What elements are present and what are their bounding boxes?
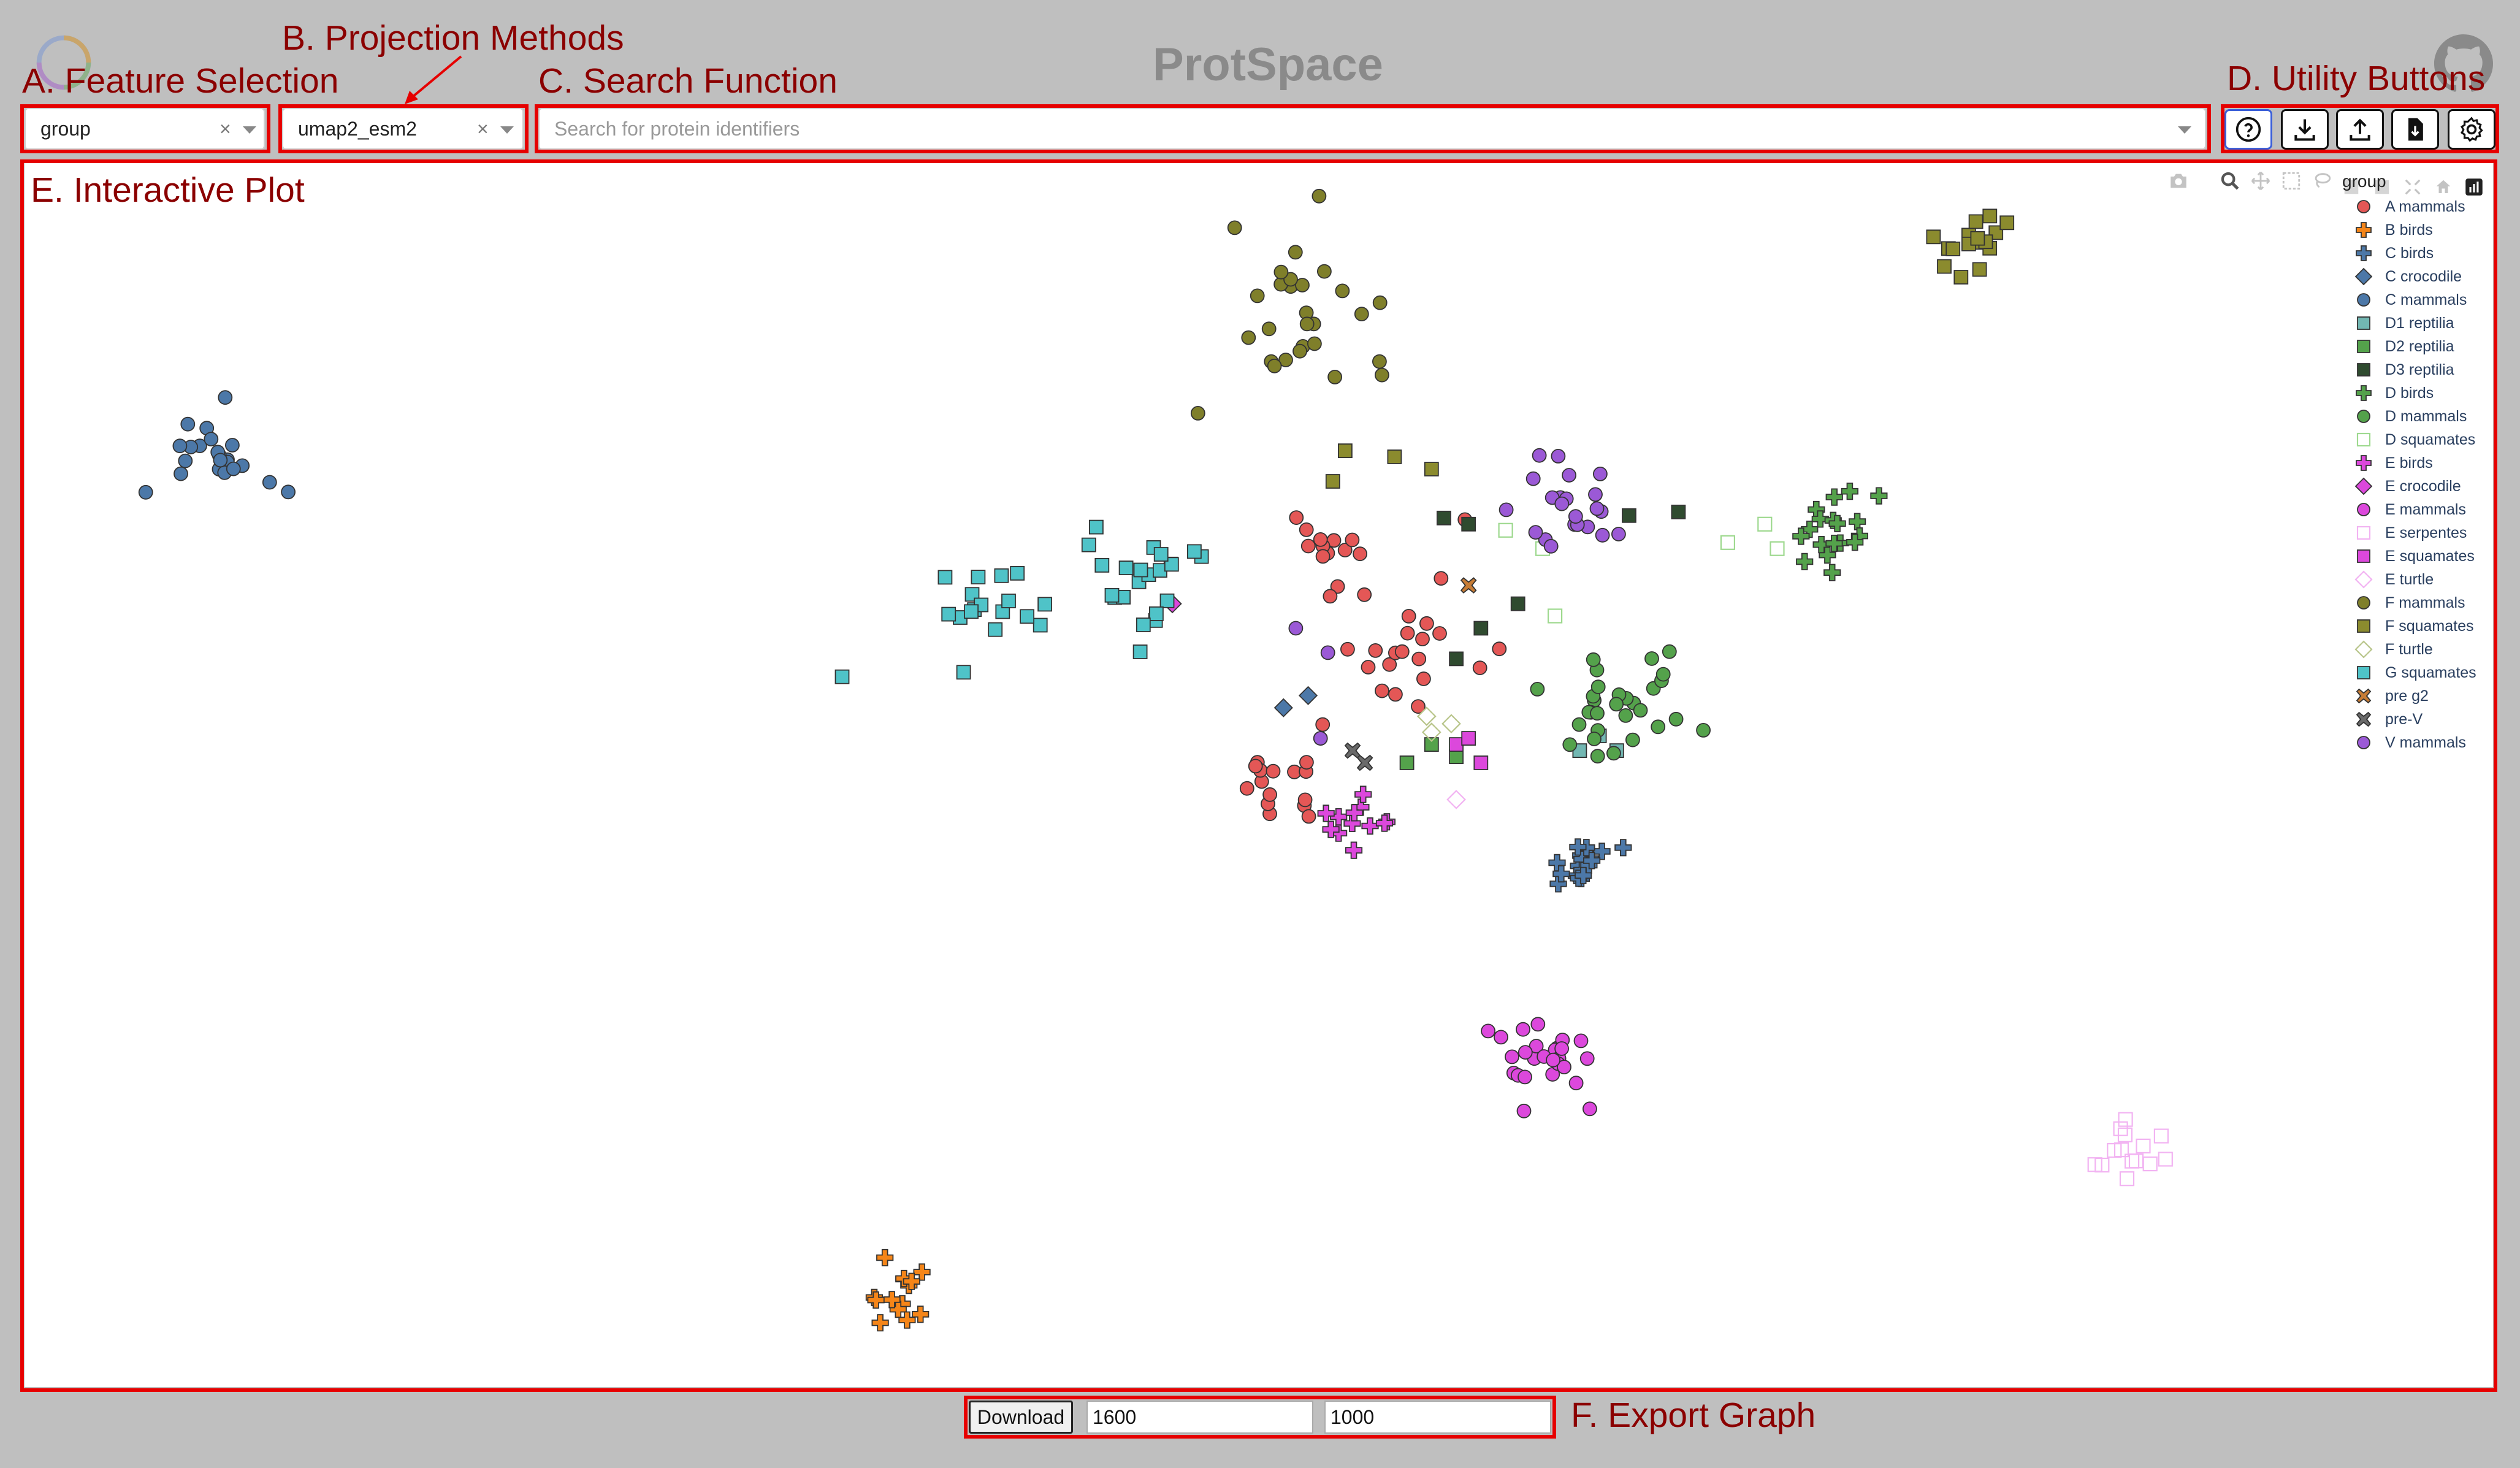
annotation-arrow [405, 55, 462, 104]
annotation-export-graph: F. Export Graph [1571, 1396, 1816, 1435]
export-download-button[interactable]: Download [969, 1401, 1073, 1434]
export-height-input[interactable] [1324, 1401, 1551, 1434]
highlight-box-plot [20, 159, 2497, 1392]
annotation-interactive-plot: E. Interactive Plot [31, 170, 305, 210]
export-width-input[interactable] [1086, 1401, 1313, 1434]
